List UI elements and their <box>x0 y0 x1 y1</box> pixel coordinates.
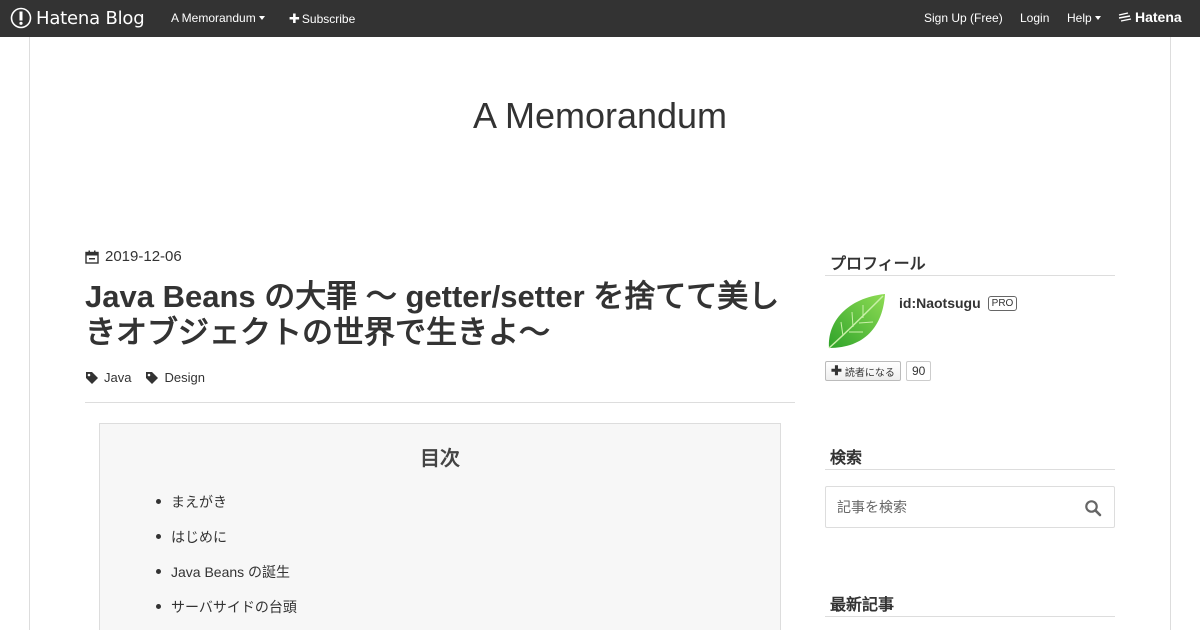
login-link[interactable]: Login <box>1020 11 1049 25</box>
table-of-contents: 目次 まえがき はじめに Java Beans の誕生 サーバサイドの台頭 <box>99 423 781 630</box>
caret-down-icon <box>1094 16 1101 20</box>
category-design[interactable]: Design <box>145 370 205 385</box>
recent-entries-heading: 最新記事 <box>825 591 1115 617</box>
toc-item-label: まえがき <box>171 494 227 510</box>
search-input[interactable] <box>827 488 1077 526</box>
hatena-brand-link[interactable]: Hatena <box>1118 9 1182 25</box>
category-label: Design <box>164 370 205 385</box>
hatena-brand-text: Hatena <box>1135 9 1182 25</box>
entry-date-text: 2019-12-06 <box>105 248 182 265</box>
logo-text: Hatena Blog <box>36 7 145 29</box>
reader-subscribe-label: 読者になる <box>844 367 895 379</box>
hatena-blog-logo[interactable]: Hatena Blog <box>10 6 145 30</box>
bullet-icon <box>156 569 161 574</box>
category-label: Java <box>104 370 132 385</box>
signup-link[interactable]: Sign Up (Free) <box>924 11 1003 25</box>
bullet-icon <box>156 499 161 504</box>
blog-menu-button[interactable]: A Memorandum <box>171 11 265 25</box>
subscribe-link[interactable]: ✚ Subscribe <box>289 11 355 27</box>
entry-categories: Java Design <box>85 370 219 385</box>
toc-item-label: はじめに <box>171 529 227 545</box>
plus-icon: ✚ <box>831 363 842 378</box>
profile-id: id:Naotsugu <box>899 295 981 311</box>
profile-heading: プロフィール <box>825 250 1115 276</box>
toc-item[interactable]: サーバサイドの台頭 <box>156 597 297 630</box>
global-header: Hatena Blog A Memorandum ✚ Subscribe Sig… <box>0 0 1200 37</box>
toc-item[interactable]: はじめに <box>156 527 297 562</box>
toc-item-label: Java Beans の誕生 <box>171 564 291 580</box>
tag-icon <box>86 371 98 384</box>
caret-down-icon <box>258 16 265 20</box>
hatena-blog-logo-icon <box>10 7 32 29</box>
leaf-avatar-icon[interactable] <box>825 292 887 352</box>
search-heading: 検索 <box>825 444 1115 470</box>
toc-item[interactable]: Java Beans の誕生 <box>156 562 297 597</box>
blog-title[interactable]: A Memorandum <box>0 95 1200 137</box>
entry-date[interactable]: 2019-12-06 <box>85 248 182 265</box>
title-divider <box>85 402 795 403</box>
pro-badge: PRO <box>987 295 1018 311</box>
help-menu-button[interactable]: Help <box>1067 11 1101 25</box>
tag-icon <box>146 371 159 384</box>
subscribe-label: Subscribe <box>301 12 356 26</box>
entry-title[interactable]: Java Beans の大罪 〜 getter/setter を捨てて美しきオブ… <box>85 279 795 351</box>
category-java[interactable]: Java <box>85 370 131 385</box>
hatena-mark-icon <box>1118 12 1132 22</box>
toc-item-label: サーバサイドの台頭 <box>171 599 297 615</box>
search-form <box>825 486 1115 528</box>
plus-icon: ✚ <box>289 11 300 26</box>
profile-id-link[interactable]: id:Naotsugu PRO <box>899 295 1018 311</box>
calendar-icon <box>85 250 99 264</box>
subscriber-count[interactable]: 90 <box>906 361 932 381</box>
reader-subscribe-button[interactable]: ✚ 読者になる <box>825 361 901 381</box>
help-label: Help <box>1067 11 1092 25</box>
toc-item[interactable]: まえがき <box>156 492 297 527</box>
toc-heading: 目次 <box>420 448 460 470</box>
search-icon[interactable] <box>1084 499 1102 517</box>
bullet-icon <box>156 604 161 609</box>
bullet-icon <box>156 534 161 539</box>
blog-menu-label: A Memorandum <box>171 11 256 25</box>
toc-list: まえがき はじめに Java Beans の誕生 サーバサイドの台頭 <box>156 492 297 630</box>
